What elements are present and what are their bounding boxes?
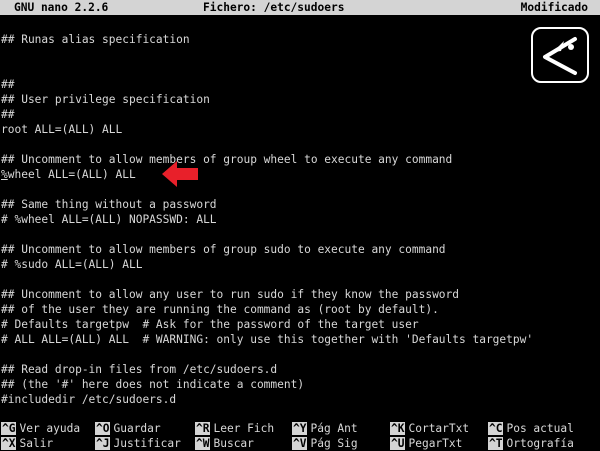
editor-line[interactable]: # Defaults targetpw # Ask for the passwo… <box>1 317 419 332</box>
editor-line[interactable]: ## Runas alias specification <box>1 32 190 47</box>
editor-line-text: wheel ALL=(ALL) ALL <box>7 168 136 181</box>
nano-title-bar: GNU nano 2.2.6 Fichero: /etc/sudoers Mod… <box>0 0 600 15</box>
nano-version: GNU nano 2.2.6 <box>14 1 109 14</box>
editor-line[interactable]: #includedir /etc/sudoers.d <box>1 392 176 407</box>
shortcut-spelling[interactable]: ^T Ortografía <box>488 436 574 451</box>
editor-line[interactable]: ## Uncomment to allow members of group s… <box>1 242 446 257</box>
shortcut-bar: ^G Ver ayuda ^O Guardar ^R Leer Fich ^Y Pág … <box>0 421 600 451</box>
shortcut-help[interactable]: ^G Ver ayuda <box>1 421 80 436</box>
editor-line[interactable]: root ALL=(ALL) ALL <box>1 122 122 137</box>
editor-line[interactable]: ## of the user they are running the comm… <box>1 302 439 317</box>
editor-line[interactable]: ## Uncomment to allow members of group w… <box>1 152 452 167</box>
editor-line[interactable]: # %sudo ALL=(ALL) ALL <box>1 257 142 272</box>
arrow-left-icon <box>162 161 198 187</box>
shortcut-paste-text[interactable]: ^U PegarTxt <box>390 436 462 451</box>
editor-line[interactable]: ## <box>1 77 14 92</box>
modified-status: Modificado <box>520 1 588 14</box>
editor-line[interactable]: ## User privilege specification <box>1 92 210 107</box>
file-name: Fichero: /etc/sudoers <box>203 1 345 14</box>
text-cursor: % <box>1 168 8 181</box>
editor-line[interactable]: # %wheel ALL=(ALL) NOPASSWD: ALL <box>1 212 217 227</box>
shortcut-save[interactable]: ^O Guardar <box>95 421 161 436</box>
editor-line[interactable]: ## Uncomment to allow any user to run su… <box>1 287 459 302</box>
editor-line[interactable]: ## <box>1 107 14 122</box>
shortcut-cursor-position[interactable]: ^C Pos actual <box>488 421 574 436</box>
editor-line[interactable]: ## (the '#' here does not indicate a com… <box>1 377 304 392</box>
share-logo-icon <box>531 27 589 83</box>
shortcut-prev-page[interactable]: ^Y Pág Ant <box>292 421 358 436</box>
editor-text-area[interactable]: ## Runas alias specification ## ## User … <box>1 17 599 417</box>
editor-line[interactable]: ## Read drop-in files from /etc/sudoers.… <box>1 362 277 377</box>
shortcut-exit[interactable]: ^X Salir <box>1 436 53 451</box>
shortcut-cut-text[interactable]: ^K CortarTxt <box>390 421 469 436</box>
editor-line[interactable]: # ALL ALL=(ALL) ALL # WARNING: only use … <box>1 332 533 347</box>
shortcut-justify[interactable]: ^J Justificar <box>95 436 181 451</box>
shortcut-read-file[interactable]: ^R Leer Fich <box>195 421 274 436</box>
shortcut-search[interactable]: ^W Buscar <box>195 436 254 451</box>
editor-cursor-line[interactable]: %wheel ALL=(ALL) ALL <box>1 167 136 182</box>
shortcut-next-page[interactable]: ^V Pág Sig <box>292 436 358 451</box>
editor-line[interactable]: ## Same thing without a password <box>1 197 217 212</box>
